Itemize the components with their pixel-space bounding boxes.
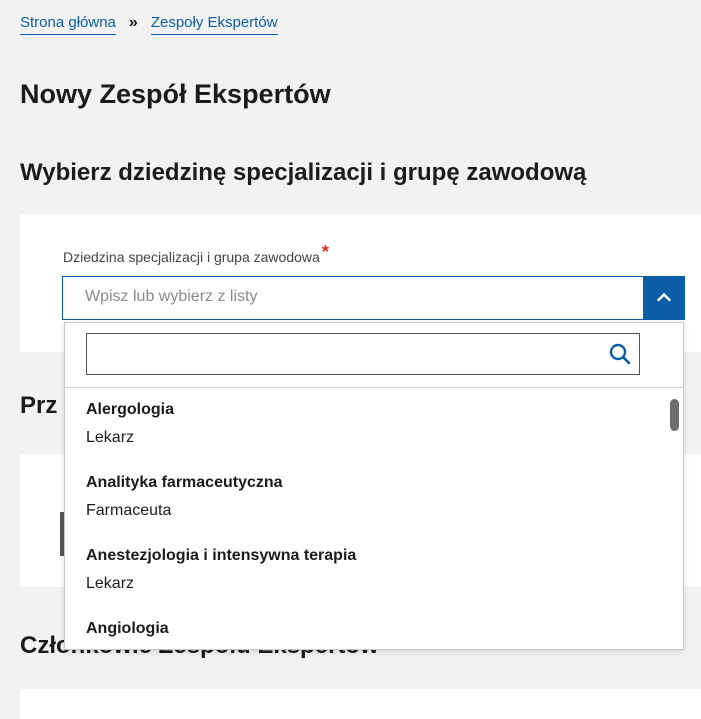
option-name: Anestezjologia i intensywna terapia <box>86 547 357 564</box>
breadcrumb: Strona główna » Zespoły Ekspertów <box>20 14 278 35</box>
specialization-select-toggle[interactable] <box>643 276 685 320</box>
section-title-specialization: Wybierz dziedzinę specjalizacji i grupę … <box>20 159 587 186</box>
dropdown-search-field[interactable] <box>86 333 640 375</box>
option-name: Angiologia <box>86 620 169 637</box>
required-asterisk: * <box>321 242 329 262</box>
option-group: Lekarz <box>86 575 135 592</box>
dropdown-option[interactable]: Anestezjologia i intensywna terapia Leka… <box>86 545 356 595</box>
page-title: Nowy Zespół Ekspertów <box>20 79 331 109</box>
specialization-select-placeholder: Wpisz lub wybierz z listy <box>85 288 258 305</box>
specialization-select[interactable]: Wpisz lub wybierz z listy <box>62 276 685 320</box>
chevron-up-icon <box>657 289 671 307</box>
breadcrumb-separator: » <box>128 14 138 31</box>
breadcrumb-teams-link[interactable]: Zespoły Ekspertów <box>150 14 278 35</box>
specialization-field-label: Dziedzina specjalizacji i grupa zawodowa… <box>63 242 329 267</box>
dropdown-option[interactable]: Angiologia <box>86 618 169 640</box>
section-title-2: Prz <box>20 392 58 419</box>
search-icon <box>609 343 631 370</box>
option-name: Analityka farmaceutyczna <box>86 474 283 491</box>
breadcrumb-home-link[interactable]: Strona główna <box>20 14 116 35</box>
option-group: Farmaceuta <box>86 502 172 519</box>
members-panel <box>20 689 701 719</box>
specialization-field-label-text: Dziedzina specjalizacji i grupa zawodowa <box>63 249 320 265</box>
dropdown-search-input[interactable] <box>87 334 607 372</box>
dropdown-option[interactable]: Alergologia Lekarz <box>86 399 174 449</box>
specialization-dropdown: Alergologia Lekarz Analityka farmaceutyc… <box>64 322 684 650</box>
dropdown-scrollbar[interactable] <box>670 399 679 431</box>
dropdown-option[interactable]: Analityka farmaceutyczna Farmaceuta <box>86 472 283 522</box>
option-group: Lekarz <box>86 429 135 446</box>
option-name: Alergologia <box>86 401 175 418</box>
dropdown-divider <box>65 387 683 388</box>
